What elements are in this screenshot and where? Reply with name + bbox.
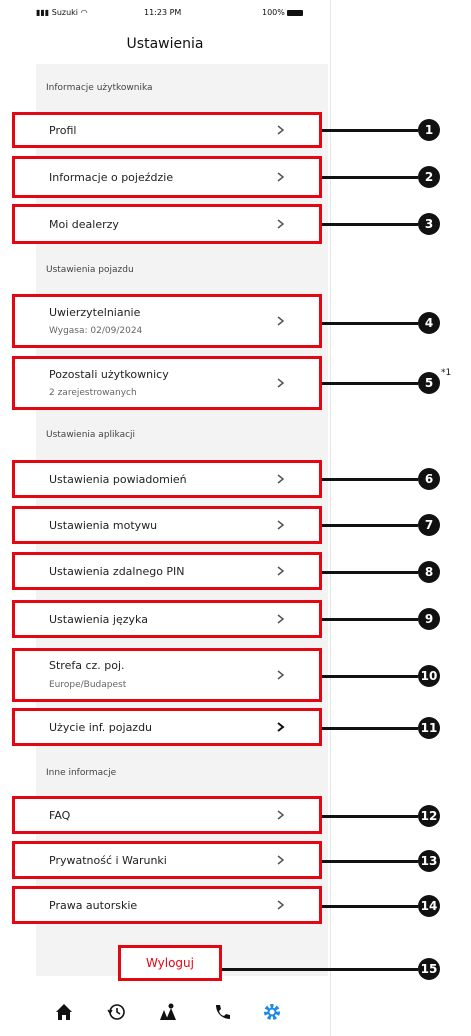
callout-number: 10 [418,665,440,687]
callout-line [322,815,418,818]
callout-number: 3 [418,213,440,235]
chevron-right-icon [277,172,285,182]
item-label: Profil [49,124,77,137]
item-label: Ustawienia motywu [49,519,158,532]
callout-number: 9 [418,608,440,630]
chevron-right-icon [277,474,285,484]
item-label: Uwierzytelnianie [49,306,141,319]
callout-line [322,905,418,908]
callout-number: 11 [418,717,440,739]
item-label: FAQ [49,809,71,822]
phone-icon[interactable] [212,1002,232,1022]
item-label: Pozostali użytkownicy [49,368,169,381]
callout-line [322,675,418,678]
item-label: Ustawienia powiadomień [49,473,187,486]
history-icon[interactable] [106,1002,126,1022]
callout-number: 8 [418,561,440,583]
chevron-right-icon [277,670,285,680]
chevron-right-icon [277,566,285,576]
callout-number: 4 [418,312,440,334]
chevron-right-icon [277,219,285,229]
chevron-right-icon [277,810,285,820]
map-icon[interactable] [158,1002,178,1022]
callout-number: 14 [418,895,440,917]
item-label: Użycie inf. pojazdu [49,721,153,734]
home-icon[interactable] [54,1002,74,1022]
settings-item-timezone[interactable]: Strefa cz. poj. Europe/Budapest [12,648,322,702]
status-bar: ▮▮▮ Suzuki ◠ 11:23 PM 100% [0,6,330,22]
item-sublabel: Wygasa: 02/09/2024 [49,326,143,336]
settings-item-theme[interactable]: Ustawienia motywu [12,506,322,544]
chevron-right-icon [277,722,285,732]
item-sublabel: Europe/Budapest [49,680,127,690]
item-label: Prawa autorskie [49,899,138,912]
settings-item-privacy-terms[interactable]: Prywatność i Warunki [12,841,322,879]
carrier-label: ▮▮▮ Suzuki ◠ [36,8,88,17]
section-vehicle-settings: Ustawienia pojazdu [46,265,134,275]
callout-line [222,968,418,971]
chevron-right-icon [277,855,285,865]
callout-number: 5 [418,372,440,394]
settings-item-faq[interactable]: FAQ [12,796,322,834]
signal-icon: ▮▮▮ [36,8,52,17]
item-label: Prywatność i Warunki [49,854,167,867]
section-user-info: Informacje użytkownika [46,83,153,93]
chevron-right-icon [277,520,285,530]
settings-item-notifications[interactable]: Ustawienia powiadomień [12,460,322,498]
item-label: Ustawienia języka [49,613,148,626]
callout-line [322,176,418,179]
chevron-right-icon [277,316,285,326]
settings-item-language[interactable]: Ustawienia języka [12,600,322,638]
callout-number: 2 [418,166,440,188]
callout-number: 15 [418,958,440,980]
item-label: Informacje o pojeździe [49,171,174,184]
callout-line [322,382,418,385]
item-label: Moi dealerzy [49,218,119,231]
callout-number: 1 [418,119,440,141]
battery-level: 100% [262,8,303,17]
logout-button[interactable]: Wyloguj [118,945,222,981]
callout-line [322,618,418,621]
battery-icon [286,9,303,16]
settings-item-vehicle-data-usage[interactable]: Użycie inf. pojazdu [12,708,322,746]
chevron-right-icon [277,900,285,910]
settings-item-profile[interactable]: Profil [12,112,322,148]
settings-item-other-users[interactable]: Pozostali użytkownicy 2 zarejestrowanych [12,356,322,410]
chevron-right-icon [277,614,285,624]
phone-screen: ▮▮▮ Suzuki ◠ 11:23 PM 100% Ustawienia In… [0,0,331,1036]
callout-number: 7 [418,514,440,536]
settings-item-vehicle-info[interactable]: Informacje o pojeździe [12,156,322,198]
callout-line [322,322,418,325]
item-label: Ustawienia zdalnego PIN [49,565,185,578]
chevron-right-icon [277,125,285,135]
settings-icon[interactable] [262,1002,282,1022]
footnote-mark: *1 [441,368,452,378]
callout-line [322,860,418,863]
callout-number: 13 [418,850,440,872]
item-label: Strefa cz. poj. [49,659,125,672]
callout-number: 12 [418,805,440,827]
settings-item-authentication[interactable]: Uwierzytelnianie Wygasa: 02/09/2024 [12,294,322,348]
callout-line [322,478,418,481]
clock: 11:23 PM [144,8,182,17]
wifi-icon: ◠ [80,8,88,17]
chevron-right-icon [277,378,285,388]
settings-item-copyright[interactable]: Prawa autorskie [12,886,322,924]
settings-item-remote-pin[interactable]: Ustawienia zdalnego PIN [12,552,322,590]
callout-line [322,727,418,730]
callout-line [322,223,418,226]
callout-line [322,571,418,574]
callout-number: 6 [418,468,440,490]
callout-line [322,129,418,132]
tab-bar [0,990,330,1036]
section-other-info: Inne informacje [46,768,117,778]
callout-line [322,524,418,527]
settings-item-my-dealers[interactable]: Moi dealerzy [12,204,322,244]
item-sublabel: 2 zarejestrowanych [49,388,137,398]
page-title: Ustawienia [126,36,204,52]
section-app-settings: Ustawienia aplikacji [46,430,136,440]
